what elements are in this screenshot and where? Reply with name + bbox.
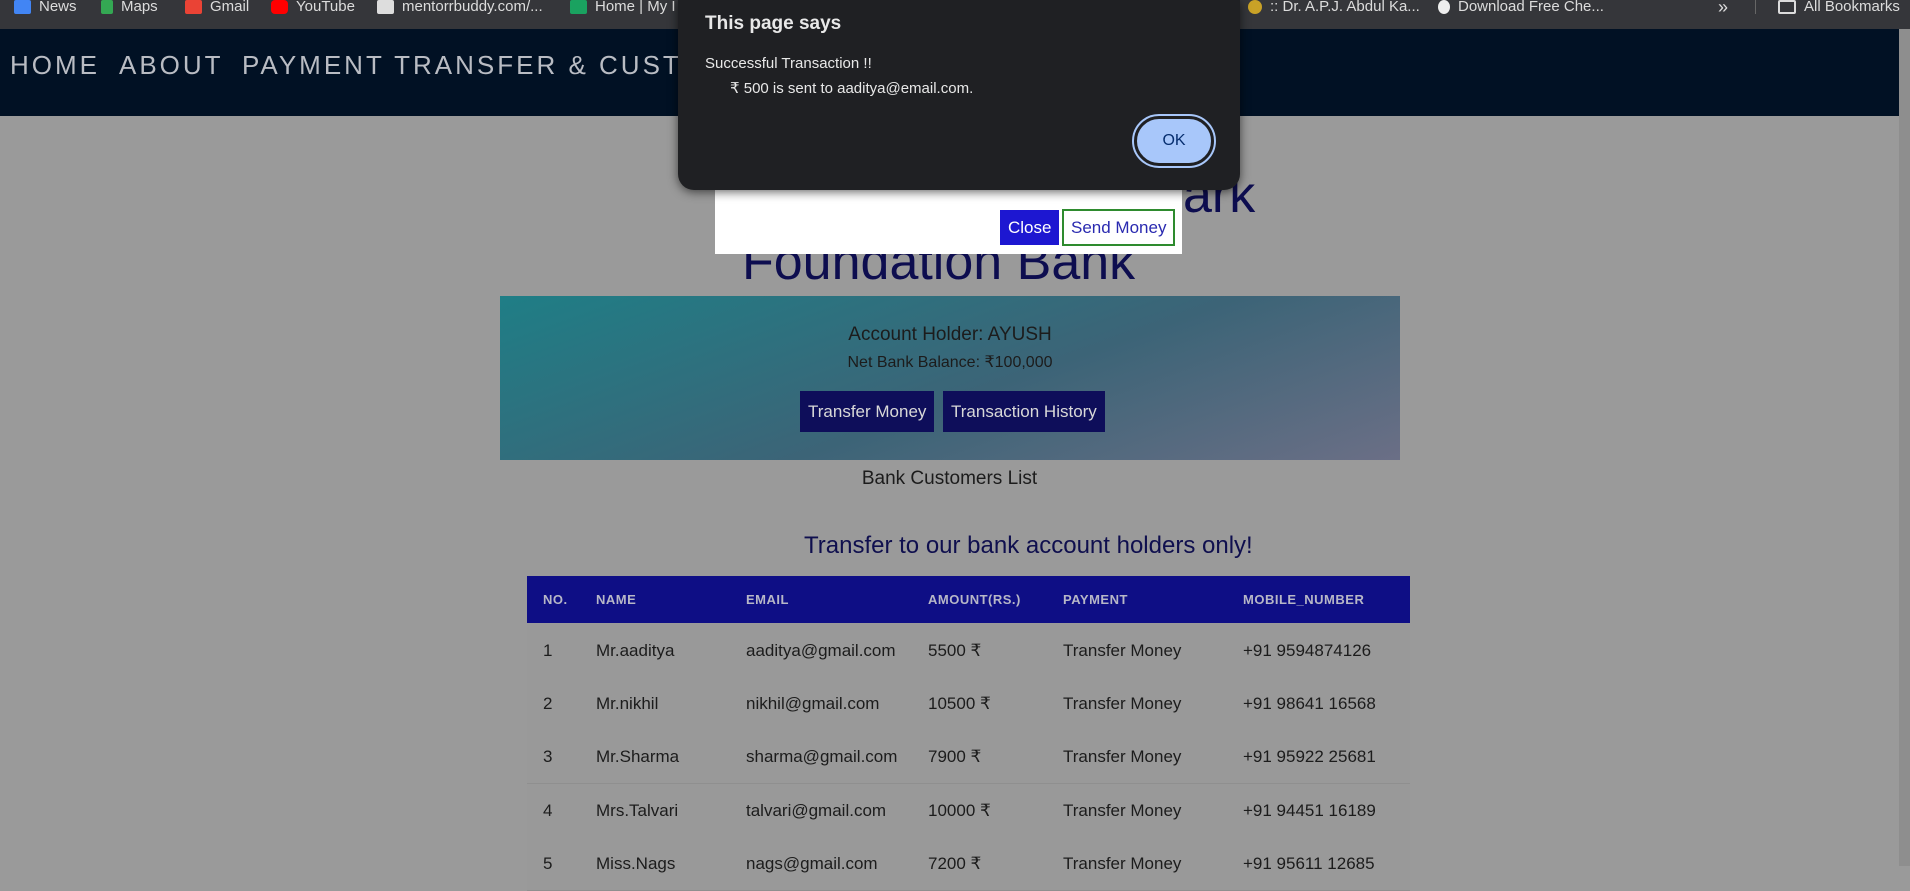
cell-name: Mr.nikhil: [596, 694, 659, 713]
page-scrollbar[interactable]: [1899, 29, 1910, 866]
send-money-button[interactable]: Send Money: [1062, 209, 1176, 246]
ok-button[interactable]: OK: [1132, 114, 1216, 168]
bookmark-maps[interactable]: Maps: [101, 0, 158, 14]
cell-name: Mrs.Talvari: [596, 801, 679, 820]
cell-no: 3: [543, 747, 553, 766]
transfer-modal: Close Send Money: [715, 190, 1182, 254]
all-bookmarks[interactable]: All Bookmarks: [1778, 0, 1900, 14]
alert-message-line2: ₹ 500 is sent to aaditya@email.com.: [730, 80, 974, 97]
header-email: EMAIL: [746, 592, 789, 607]
bookmarks-divider: [1755, 0, 1756, 14]
header-mobile: MOBILE_NUMBER: [1243, 592, 1365, 607]
cell-mobile: +91 94451 16189: [1243, 801, 1376, 820]
cell-no: 4: [543, 801, 553, 820]
folder-icon: [1778, 0, 1796, 14]
cell-payment-link[interactable]: Transfer Money: [1063, 694, 1181, 714]
cell-email: nikhil@gmail.com: [746, 694, 880, 713]
bookmark-mentorrbuddy[interactable]: mentorrbuddy.com/...: [377, 0, 543, 14]
alert-title: This page says: [705, 13, 842, 34]
cell-amount: 7200 ₹: [928, 854, 982, 873]
bookmark-gmail[interactable]: Gmail: [185, 0, 249, 14]
customers-list-title: Bank Customers List: [861, 468, 1038, 489]
cell-payment-link[interactable]: Transfer Money: [1063, 854, 1181, 874]
table-row: 2 Mr.nikhil nikhil@gmail.com 10500 ₹ Tra…: [527, 677, 1410, 731]
cell-no: 1: [543, 641, 553, 660]
cell-payment-link[interactable]: Transfer Money: [1063, 641, 1181, 661]
header-payment: PAYMENT: [1063, 592, 1128, 607]
net-balance: Net Bank Balance: ₹100,000: [847, 354, 1053, 371]
cell-mobile: +91 98641 16568: [1243, 694, 1376, 713]
cell-email: aaditya@gmail.com: [746, 641, 896, 660]
mentorrbuddy-icon: [377, 0, 394, 14]
table-row: 1 Mr.aaditya aaditya@gmail.com 5500 ₹ Tr…: [527, 624, 1410, 678]
nav-about[interactable]: ABOUT: [119, 50, 224, 81]
gmail-icon: [185, 0, 202, 14]
transfer-money-button[interactable]: Transfer Money: [800, 391, 935, 432]
table-row: 3 Mr.Sharma sharma@gmail.com 7900 ₹ Tran…: [527, 730, 1410, 784]
bookmark-download[interactable]: Download Free Che...: [1438, 0, 1604, 14]
chess-icon: [1438, 0, 1450, 14]
alert-dialog: This page says Successful Transaction !!…: [678, 0, 1240, 190]
cell-email: talvari@gmail.com: [746, 801, 887, 820]
bookmark-abdul-kalam[interactable]: :: Dr. A.P.J. Abdul Ka...: [1248, 0, 1420, 14]
cell-email: nags@gmail.com: [746, 854, 878, 873]
cell-name: Miss.Nags: [596, 854, 676, 873]
bookmarks-overflow-icon[interactable]: »: [1718, 0, 1728, 16]
cell-payment-link[interactable]: Transfer Money: [1063, 747, 1181, 767]
maps-icon: [101, 0, 113, 14]
table-header: NO. NAME EMAIL AMOUNT(RS.) PAYMENT MOBIL…: [527, 576, 1410, 623]
account-panel: Account Holder: AYUSH Net Bank Balance: …: [500, 296, 1400, 460]
cell-email: sharma@gmail.com: [746, 747, 898, 766]
cell-name: Mr.Sharma: [596, 747, 680, 766]
cell-amount: 7900 ₹: [928, 747, 982, 766]
table-row: 4 Mrs.Talvari talvari@gmail.com 10000 ₹ …: [527, 784, 1410, 838]
news-icon: [14, 0, 31, 14]
cell-mobile: +91 95611 12685: [1243, 854, 1375, 873]
cell-no: 5: [543, 854, 553, 873]
account-holder: Account Holder: AYUSH: [848, 324, 1052, 345]
bookmark-youtube[interactable]: YouTube: [271, 0, 355, 14]
nav-home[interactable]: HOME: [10, 50, 100, 81]
youtube-icon: [271, 0, 288, 14]
cell-no: 2: [543, 694, 553, 713]
cell-amount: 10500 ₹: [928, 694, 991, 713]
wix-icon: [570, 0, 587, 14]
alert-message: Successful Transaction !! ₹ 500 is sent …: [705, 51, 973, 101]
cell-amount: 5500 ₹: [928, 641, 982, 660]
transfer-note: Transfer to our bank account holders onl…: [804, 532, 1253, 559]
cell-amount: 10000 ₹: [928, 801, 991, 820]
cell-payment-link[interactable]: Transfer Money: [1063, 801, 1181, 821]
header-no: NO.: [543, 592, 568, 607]
kalam-icon: [1248, 0, 1262, 14]
transaction-history-button[interactable]: Transaction History: [943, 391, 1105, 432]
bookmark-home[interactable]: Home | My I: [570, 0, 676, 14]
cell-name: Mr.aaditya: [596, 641, 675, 660]
header-amount: AMOUNT(RS.): [928, 592, 1021, 607]
cell-mobile: +91 9594874126: [1243, 641, 1372, 660]
alert-message-line1: Successful Transaction !!: [705, 55, 872, 72]
cell-mobile: +91 95922 25681: [1243, 747, 1376, 766]
header-name: NAME: [596, 592, 637, 607]
nav-payment-transfer[interactable]: PAYMENT TRANSFER & CUSTO: [242, 50, 705, 81]
table-row: 5 Miss.Nags nags@gmail.com 7200 ₹ Transf…: [527, 837, 1410, 891]
bookmark-news[interactable]: News: [14, 0, 77, 14]
close-button[interactable]: Close: [1000, 210, 1060, 245]
